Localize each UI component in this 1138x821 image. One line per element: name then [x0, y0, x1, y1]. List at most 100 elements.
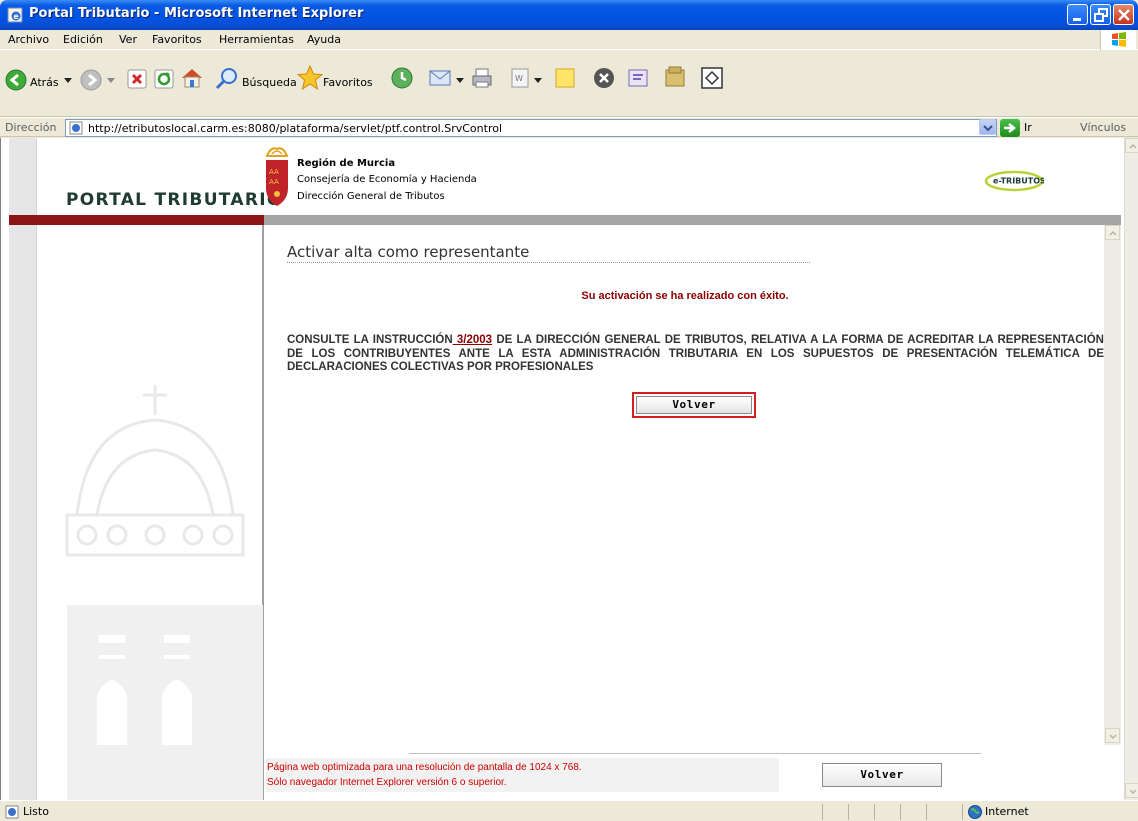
minimize-button[interactable]: [1067, 4, 1088, 25]
status-separator: [848, 804, 849, 820]
success-message: Su activación se ha realizado con éxito.: [581, 290, 789, 302]
status-separator: [926, 804, 927, 820]
security-zone: Internet: [985, 805, 1029, 818]
viewport-scrollbar[interactable]: [1124, 138, 1138, 800]
address-bar: Dirección http://etributoslocal.carm.es:…: [0, 117, 1138, 137]
research-icon[interactable]: [626, 66, 650, 90]
browser-viewport: PORTAL TRIBUTARIO AA AA Región de Murcia…: [0, 138, 1138, 800]
page-title: Activar alta como representante: [287, 243, 810, 263]
viewport-scroll-up-button[interactable]: [1125, 138, 1138, 153]
status-separator: [962, 804, 963, 820]
edit-dropdown-icon[interactable]: [534, 78, 542, 84]
go-arrow-icon: [1004, 123, 1017, 133]
folders-icon[interactable]: [662, 64, 688, 90]
favorites-label[interactable]: Favoritos: [323, 76, 373, 89]
restore-icon: [1094, 8, 1108, 22]
status-separator: [900, 804, 901, 820]
menu-herramientas[interactable]: Herramientas: [219, 33, 294, 46]
window-title: Portal Tributario - Microsoft Internet E…: [29, 6, 364, 21]
scroll-up-button[interactable]: [1105, 225, 1120, 240]
back-arrow-icon[interactable]: [5, 69, 27, 91]
back-label[interactable]: Atrás: [30, 76, 59, 89]
svg-text:AA: AA: [269, 178, 279, 186]
page-header: PORTAL TRIBUTARIO AA AA Región de Murcia…: [9, 138, 1121, 800]
minimize-icon: [1073, 18, 1081, 21]
internet-zone-globe-icon: [968, 805, 982, 819]
edit-page-icon[interactable]: W: [508, 66, 532, 90]
svg-text:W: W: [515, 74, 523, 83]
go-button[interactable]: [1000, 119, 1020, 137]
footer-volver-button[interactable]: Volver: [822, 763, 942, 787]
left-grey-strip-lower: [9, 225, 37, 800]
svg-text:e-TRIBUTOS: e-TRIBUTOS: [993, 177, 1044, 186]
forward-dropdown-icon[interactable]: [107, 78, 115, 84]
web-page: PORTAL TRIBUTARIO AA AA Región de Murcia…: [9, 138, 1121, 800]
footer-resolution-note: Página web optimizada para una resolució…: [267, 762, 582, 773]
address-input[interactable]: http://etributoslocal.carm.es:8080/plata…: [65, 119, 997, 137]
favorites-star-icon[interactable]: [296, 64, 324, 92]
home-icon[interactable]: [180, 66, 204, 90]
menu-edicion[interactable]: Edición: [63, 33, 103, 46]
chevron-down-icon: [1109, 734, 1117, 740]
header-red-bar: [9, 215, 264, 225]
main-content-frame: Activar alta como representante Su activ…: [266, 225, 1121, 800]
instruction-text: CONSULTE LA INSTRUCCIÓN 3/2003 DE LA DIR…: [287, 334, 1104, 375]
title-bar[interactable]: e Portal Tributario - Microsoft Internet…: [0, 0, 1138, 30]
menu-favoritos[interactable]: Favoritos: [152, 33, 202, 46]
direccion-name: Dirección General de Tributos: [297, 191, 445, 202]
instruction-prefix: CONSULTE LA INSTRUCCIÓN: [287, 334, 453, 346]
history-icon[interactable]: [390, 66, 414, 90]
volver-button[interactable]: Volver: [636, 396, 752, 414]
portal-title: PORTAL TRIBUTARIO: [66, 190, 283, 210]
frame-scrollbar[interactable]: [1104, 225, 1121, 745]
windows-logo-icon: [1100, 30, 1136, 50]
messenger-close-icon[interactable]: [592, 66, 616, 90]
menu-archivo[interactable]: Archivo: [8, 33, 49, 46]
menu-ayuda[interactable]: Ayuda: [307, 33, 341, 46]
standard-toolbar: Atrás Búsqueda Favoritos W: [0, 51, 1138, 117]
close-button[interactable]: [1113, 4, 1134, 25]
header-grey-bar: [264, 215, 1121, 225]
region-crest-icon: AA AA: [265, 147, 289, 206]
menu-bar: Archivo Edición Ver Favoritos Herramient…: [0, 30, 1138, 50]
volver-button-focus-ring[interactable]: Volver: [632, 392, 756, 418]
footer-divider: [409, 753, 981, 754]
go-label[interactable]: Ir: [1024, 121, 1032, 134]
print-icon[interactable]: [470, 66, 494, 90]
search-label[interactable]: Búsqueda: [242, 76, 297, 89]
search-icon[interactable]: [215, 66, 239, 90]
menu-ver[interactable]: Ver: [119, 33, 137, 46]
page-icon: [69, 121, 83, 135]
chevron-down-icon: [1129, 789, 1137, 795]
svg-text:e: e: [13, 12, 19, 21]
address-dropdown-button[interactable]: [979, 119, 996, 135]
crest-watermark-icon: [65, 385, 263, 800]
stop-icon[interactable]: [126, 68, 148, 90]
links-toolbar[interactable]: Vínculos: [1080, 121, 1126, 134]
ie-page-icon: e: [7, 7, 23, 23]
chevron-down-icon: [983, 125, 993, 132]
windowed-icon[interactable]: [700, 66, 724, 90]
instruction-link[interactable]: 3/2003: [453, 334, 492, 346]
status-bar: Listo Internet: [0, 800, 1138, 821]
footer-browser-note: Sólo navegador Internet Explorer versión…: [267, 777, 507, 788]
browser-window: e Portal Tributario - Microsoft Internet…: [0, 0, 1138, 821]
close-icon: [1118, 9, 1130, 21]
scroll-down-button[interactable]: [1105, 728, 1120, 743]
mail-icon[interactable]: [428, 66, 454, 90]
back-dropdown-icon[interactable]: [64, 78, 72, 84]
chevron-up-icon: [1129, 143, 1137, 149]
chevron-up-icon: [1109, 230, 1117, 236]
status-separator: [822, 804, 823, 820]
footer-notice: Página web optimizada para una resolució…: [266, 758, 779, 792]
etributos-logo-icon[interactable]: e-TRIBUTOS: [984, 170, 1044, 192]
maximize-button[interactable]: [1090, 4, 1111, 25]
viewport-scroll-down-button[interactable]: [1125, 783, 1138, 798]
mail-dropdown-icon[interactable]: [456, 78, 464, 84]
note-icon[interactable]: [553, 66, 577, 90]
address-url: http://etributoslocal.carm.es:8080/plata…: [88, 122, 503, 135]
forward-arrow-icon[interactable]: [80, 69, 102, 91]
status-text: Listo: [23, 805, 49, 818]
refresh-icon[interactable]: [153, 68, 175, 90]
svg-text:AA: AA: [269, 168, 279, 176]
